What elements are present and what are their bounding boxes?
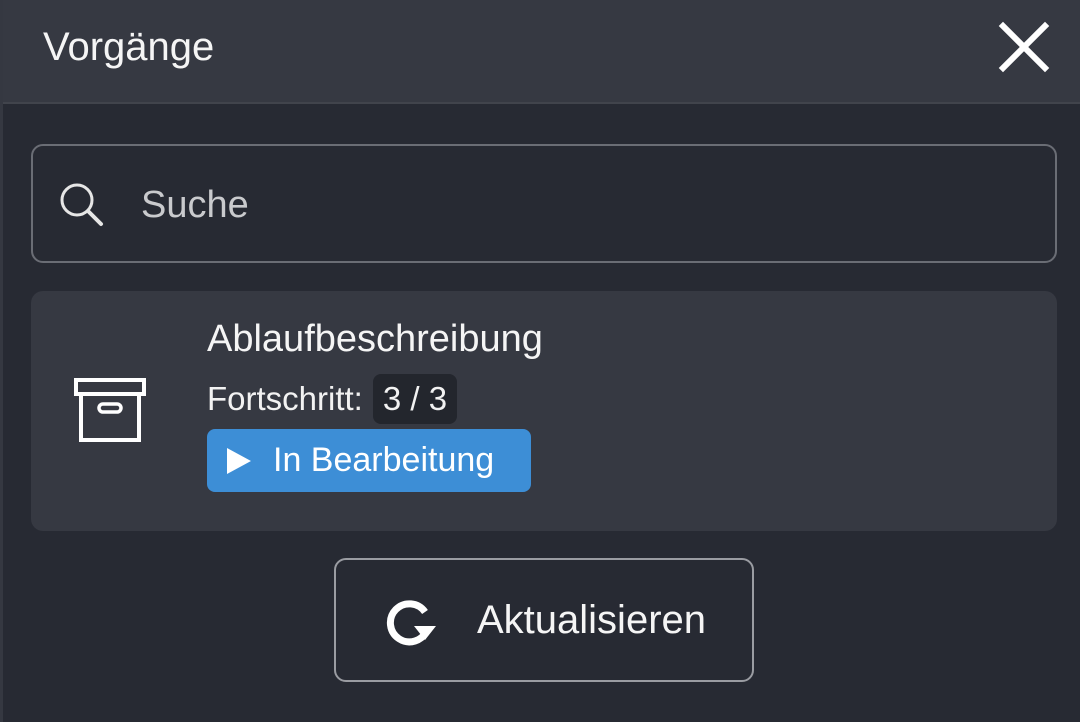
search-icon	[60, 183, 103, 226]
search-input[interactable]	[141, 174, 1021, 236]
close-button[interactable]	[989, 16, 1059, 78]
refresh-icon	[386, 600, 436, 646]
processes-panel: Vorgänge Ablaufbeschreibung Fortschritt:…	[0, 0, 1080, 722]
process-card[interactable]: Ablaufbeschreibung Fortschritt: 3 / 3 In…	[31, 291, 1057, 531]
status-label: In Bearbeitung	[273, 441, 495, 479]
process-title: Ablaufbeschreibung	[207, 318, 543, 360]
refresh-label: Aktualisieren	[477, 598, 707, 642]
play-icon	[227, 447, 251, 474]
search-box	[31, 144, 1057, 263]
progress-row: Fortschritt: 3 / 3	[207, 373, 458, 425]
progress-value: 3 / 3	[372, 374, 458, 424]
close-icon	[998, 21, 1050, 73]
archive-box-icon	[74, 378, 146, 442]
refresh-button[interactable]: Aktualisieren	[334, 558, 754, 682]
panel-title: Vorgänge	[43, 25, 215, 69]
panel-header: Vorgänge	[3, 0, 1080, 104]
progress-label: Fortschritt:	[207, 380, 363, 417]
status-badge: In Bearbeitung	[207, 429, 531, 492]
